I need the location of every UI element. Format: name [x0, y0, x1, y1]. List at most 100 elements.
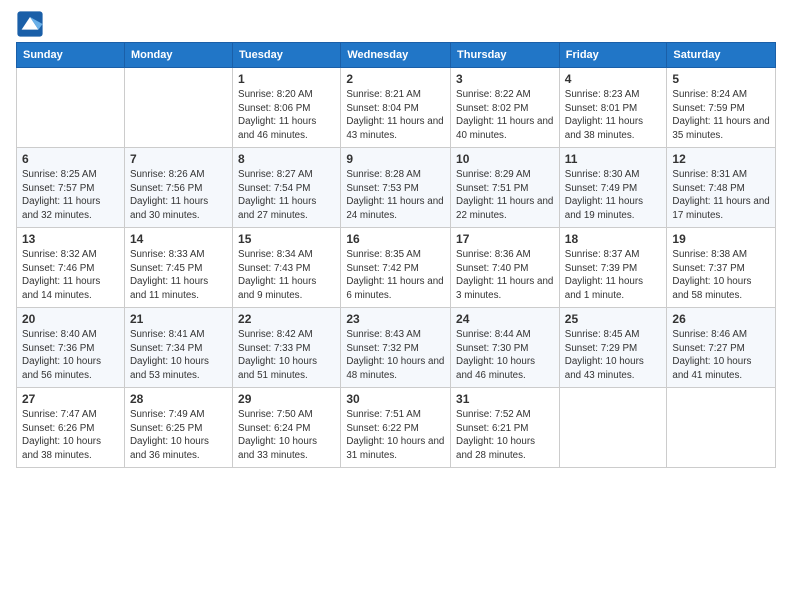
calendar-cell	[667, 388, 776, 468]
calendar-cell	[17, 68, 125, 148]
day-number: 21	[130, 312, 227, 326]
calendar-day-header: Wednesday	[341, 43, 451, 68]
day-info: Sunrise: 8:32 AMSunset: 7:46 PMDaylight:…	[22, 248, 119, 303]
calendar-cell: 1 Sunrise: 8:20 AMSunset: 8:06 PMDaylight…	[233, 68, 341, 148]
day-number: 17	[456, 232, 554, 246]
day-info: Sunrise: 8:35 AMSunset: 7:42 PMDaylight:…	[346, 248, 445, 303]
day-info: Sunrise: 8:21 AMSunset: 8:04 PMDaylight:…	[346, 88, 445, 143]
day-number: 23	[346, 312, 445, 326]
day-number: 9	[346, 152, 445, 166]
day-number: 4	[565, 72, 662, 86]
day-info: Sunrise: 8:30 AMSunset: 7:49 PMDaylight:…	[565, 168, 662, 223]
calendar-cell: 21 Sunrise: 8:41 AMSunset: 7:34 PMDayligh…	[124, 308, 232, 388]
calendar-cell: 13 Sunrise: 8:32 AMSunset: 7:46 PMDayligh…	[17, 228, 125, 308]
calendar-cell: 24 Sunrise: 8:44 AMSunset: 7:30 PMDayligh…	[451, 308, 560, 388]
calendar-cell: 29Sunrise: 7:50 AMSunset: 6:24 PMDayligh…	[233, 388, 341, 468]
day-info: Sunrise: 8:34 AMSunset: 7:43 PMDaylight:…	[238, 248, 335, 303]
logo-icon	[16, 10, 44, 38]
day-info: Sunrise: 7:52 AMSunset: 6:21 PMDaylight:…	[456, 408, 554, 463]
day-info: Sunrise: 7:49 AMSunset: 6:25 PMDaylight:…	[130, 408, 227, 463]
calendar-cell: 17Sunrise: 8:36 AMSunset: 7:40 PMDayligh…	[451, 228, 560, 308]
calendar-cell: 26Sunrise: 8:46 AMSunset: 7:27 PMDayligh…	[667, 308, 776, 388]
calendar-day-header: Thursday	[451, 43, 560, 68]
day-number: 3	[456, 72, 554, 86]
day-info: Sunrise: 7:47 AMSunset: 6:26 PMDaylight:…	[22, 408, 119, 463]
calendar-cell: 23 Sunrise: 8:43 AMSunset: 7:32 PMDayligh…	[341, 308, 451, 388]
calendar-cell: 9 Sunrise: 8:28 AMSunset: 7:53 PMDaylight…	[341, 148, 451, 228]
day-number: 27	[22, 392, 119, 406]
calendar-cell: 7 Sunrise: 8:26 AMSunset: 7:56 PMDaylight…	[124, 148, 232, 228]
day-info: Sunrise: 8:24 AMSunset: 7:59 PMDaylight:…	[672, 88, 770, 143]
day-number: 1	[238, 72, 335, 86]
logo	[16, 10, 46, 38]
calendar-week-row: 13 Sunrise: 8:32 AMSunset: 7:46 PMDayligh…	[17, 228, 776, 308]
day-info: Sunrise: 8:28 AMSunset: 7:53 PMDaylight:…	[346, 168, 445, 223]
calendar-week-row: 1 Sunrise: 8:20 AMSunset: 8:06 PMDaylight…	[17, 68, 776, 148]
calendar-cell: 20 Sunrise: 8:40 AMSunset: 7:36 PMDayligh…	[17, 308, 125, 388]
calendar-cell: 2 Sunrise: 8:21 AMSunset: 8:04 PMDaylight…	[341, 68, 451, 148]
calendar-day-header: Tuesday	[233, 43, 341, 68]
calendar-week-row: 27 Sunrise: 7:47 AMSunset: 6:26 PMDayligh…	[17, 388, 776, 468]
day-info: Sunrise: 8:45 AMSunset: 7:29 PMDaylight:…	[565, 328, 662, 383]
day-info: Sunrise: 8:29 AMSunset: 7:51 PMDaylight:…	[456, 168, 554, 223]
day-info: Sunrise: 8:26 AMSunset: 7:56 PMDaylight:…	[130, 168, 227, 223]
day-number: 29	[238, 392, 335, 406]
day-info: Sunrise: 8:23 AMSunset: 8:01 PMDaylight:…	[565, 88, 662, 143]
day-number: 6	[22, 152, 119, 166]
calendar-cell: 22 Sunrise: 8:42 AMSunset: 7:33 PMDayligh…	[233, 308, 341, 388]
day-info: Sunrise: 8:42 AMSunset: 7:33 PMDaylight:…	[238, 328, 335, 383]
day-info: Sunrise: 8:41 AMSunset: 7:34 PMDaylight:…	[130, 328, 227, 383]
day-info: Sunrise: 8:31 AMSunset: 7:48 PMDaylight:…	[672, 168, 770, 223]
page-header	[16, 10, 776, 38]
day-number: 13	[22, 232, 119, 246]
day-number: 2	[346, 72, 445, 86]
calendar-day-header: Monday	[124, 43, 232, 68]
day-number: 31	[456, 392, 554, 406]
day-info: Sunrise: 8:25 AMSunset: 7:57 PMDaylight:…	[22, 168, 119, 223]
day-number: 24	[456, 312, 554, 326]
calendar-cell: 8 Sunrise: 8:27 AMSunset: 7:54 PMDaylight…	[233, 148, 341, 228]
calendar-cell: 28 Sunrise: 7:49 AMSunset: 6:25 PMDayligh…	[124, 388, 232, 468]
day-info: Sunrise: 8:38 AMSunset: 7:37 PMDaylight:…	[672, 248, 770, 303]
day-number: 10	[456, 152, 554, 166]
day-number: 14	[130, 232, 227, 246]
day-number: 20	[22, 312, 119, 326]
day-info: Sunrise: 8:43 AMSunset: 7:32 PMDaylight:…	[346, 328, 445, 383]
day-number: 22	[238, 312, 335, 326]
day-number: 12	[672, 152, 770, 166]
day-number: 25	[565, 312, 662, 326]
day-number: 5	[672, 72, 770, 86]
calendar-cell: 31 Sunrise: 7:52 AMSunset: 6:21 PMDayligh…	[451, 388, 560, 468]
calendar-cell: 11Sunrise: 8:30 AMSunset: 7:49 PMDayligh…	[559, 148, 667, 228]
calendar-week-row: 6 Sunrise: 8:25 AMSunset: 7:57 PMDaylight…	[17, 148, 776, 228]
day-info: Sunrise: 8:40 AMSunset: 7:36 PMDaylight:…	[22, 328, 119, 383]
calendar-cell: 15 Sunrise: 8:34 AMSunset: 7:43 PMDayligh…	[233, 228, 341, 308]
calendar-week-row: 20 Sunrise: 8:40 AMSunset: 7:36 PMDayligh…	[17, 308, 776, 388]
day-number: 15	[238, 232, 335, 246]
calendar-cell: 18Sunrise: 8:37 AMSunset: 7:39 PMDayligh…	[559, 228, 667, 308]
day-number: 18	[565, 232, 662, 246]
day-number: 28	[130, 392, 227, 406]
day-info: Sunrise: 8:44 AMSunset: 7:30 PMDaylight:…	[456, 328, 554, 383]
day-number: 16	[346, 232, 445, 246]
day-number: 19	[672, 232, 770, 246]
calendar-cell: 5 Sunrise: 8:24 AMSunset: 7:59 PMDaylight…	[667, 68, 776, 148]
calendar-header-row: SundayMondayTuesdayWednesdayThursdayFrid…	[17, 43, 776, 68]
day-info: Sunrise: 7:51 AMSunset: 6:22 PMDaylight:…	[346, 408, 445, 463]
day-info: Sunrise: 8:33 AMSunset: 7:45 PMDaylight:…	[130, 248, 227, 303]
calendar-cell: 30 Sunrise: 7:51 AMSunset: 6:22 PMDayligh…	[341, 388, 451, 468]
calendar-cell: 19 Sunrise: 8:38 AMSunset: 7:37 PMDayligh…	[667, 228, 776, 308]
calendar-cell	[559, 388, 667, 468]
calendar-cell: 25 Sunrise: 8:45 AMSunset: 7:29 PMDayligh…	[559, 308, 667, 388]
day-number: 7	[130, 152, 227, 166]
day-number: 30	[346, 392, 445, 406]
day-info: Sunrise: 8:20 AMSunset: 8:06 PMDaylight:…	[238, 88, 335, 143]
calendar-cell	[124, 68, 232, 148]
calendar-day-header: Saturday	[667, 43, 776, 68]
calendar-day-header: Friday	[559, 43, 667, 68]
day-info: Sunrise: 8:27 AMSunset: 7:54 PMDaylight:…	[238, 168, 335, 223]
day-info: Sunrise: 8:22 AMSunset: 8:02 PMDaylight:…	[456, 88, 554, 143]
day-number: 8	[238, 152, 335, 166]
day-number: 26	[672, 312, 770, 326]
calendar-cell: 3 Sunrise: 8:22 AMSunset: 8:02 PMDaylight…	[451, 68, 560, 148]
